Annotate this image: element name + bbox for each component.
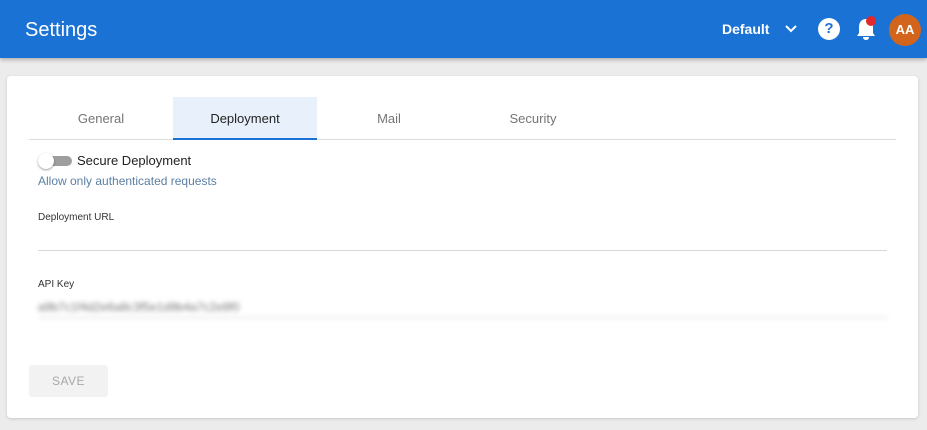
secure-deployment-toggle[interactable] bbox=[38, 153, 72, 169]
api-key-field[interactable] bbox=[38, 296, 887, 318]
notification-badge bbox=[866, 16, 876, 26]
toggle-knob bbox=[38, 153, 54, 169]
secure-deployment-hint: Allow only authenticated requests bbox=[38, 174, 217, 188]
tab-security[interactable]: Security bbox=[461, 97, 605, 140]
settings-card: General Deployment Mail Security Secure … bbox=[7, 76, 918, 418]
avatar[interactable]: AA bbox=[889, 14, 921, 46]
api-key-label: API Key bbox=[38, 279, 75, 290]
save-button[interactable]: SAVE bbox=[29, 365, 108, 397]
tab-general[interactable]: General bbox=[29, 97, 173, 140]
page-title: Settings bbox=[25, 19, 98, 41]
profile-dropdown-label: Default bbox=[722, 21, 770, 37]
chevron-down-icon bbox=[785, 25, 798, 33]
deployment-url-label: Deployment URL bbox=[38, 212, 115, 223]
tab-mail[interactable]: Mail bbox=[317, 97, 461, 140]
top-app-bar: Settings Default ? AA bbox=[0, 0, 927, 58]
deployment-url-field[interactable] bbox=[38, 229, 887, 251]
tab-deployment[interactable]: Deployment bbox=[173, 97, 317, 140]
secure-deployment-label: Secure Deployment bbox=[77, 153, 192, 168]
profile-dropdown[interactable]: Default bbox=[722, 17, 798, 41]
tab-bar: General Deployment Mail Security bbox=[29, 97, 896, 140]
help-icon[interactable]: ? bbox=[818, 18, 840, 40]
